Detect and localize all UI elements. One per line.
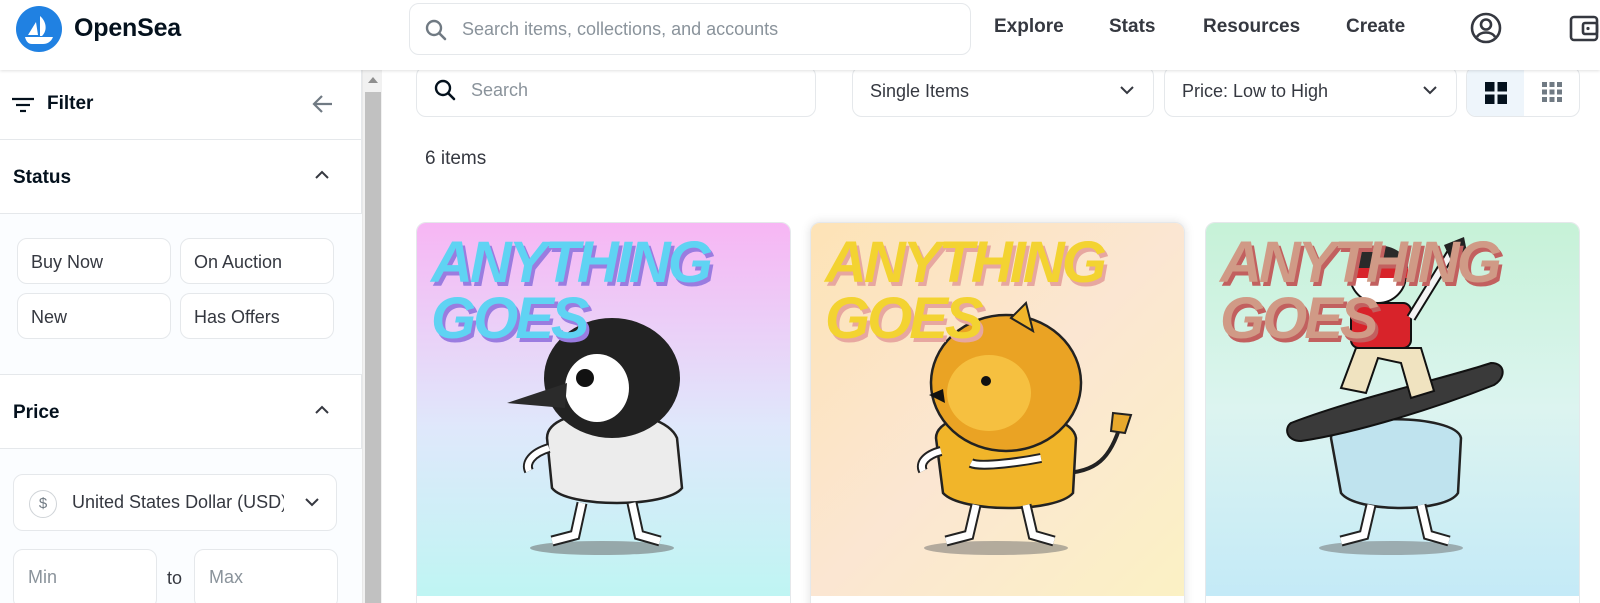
price-title: Price	[13, 402, 60, 423]
nft-art-text: ANYTHING GOES	[431, 230, 713, 351]
nft-card-penguin[interactable]: ANYTHING GOES	[416, 222, 791, 603]
status-has-offers-button[interactable]: Has Offers	[180, 293, 334, 339]
sidebar-scrollbar[interactable]	[362, 70, 382, 603]
nft-art-text: ANYTHING GOES	[825, 230, 1107, 351]
dollar-icon: $	[29, 490, 57, 518]
main-content: Single Items Price: Low to High 6 items	[383, 66, 1600, 603]
collection-search-box[interactable]	[416, 66, 816, 117]
global-search-box[interactable]	[409, 3, 971, 55]
nft-card-lion[interactable]: ANYTHING GOES	[810, 222, 1185, 603]
status-options: Buy Now On Auction New Has Offers	[0, 214, 362, 375]
price-min-input[interactable]	[28, 567, 138, 588]
sort-value: Price: Low to High	[1182, 81, 1329, 101]
status-on-auction-button[interactable]: On Auction	[180, 238, 334, 284]
search-icon	[434, 79, 456, 101]
global-search-input[interactable]	[462, 16, 952, 42]
account-icon[interactable]	[1469, 11, 1503, 45]
price-section-header[interactable]: Price	[0, 375, 362, 449]
nav-explore[interactable]: Explore	[994, 16, 1064, 38]
status-title: Status	[13, 167, 72, 188]
sort-select[interactable]: Price: Low to High	[1164, 66, 1457, 117]
grid-view-toggle	[1466, 66, 1580, 117]
arrow-left-icon[interactable]	[311, 92, 335, 116]
scrollbar-thumb[interactable]	[365, 92, 381, 603]
chevron-down-icon	[305, 498, 319, 507]
small-grid-button[interactable]	[1524, 67, 1579, 116]
status-new-button[interactable]: New	[17, 293, 171, 339]
large-grid-icon	[1485, 82, 1507, 104]
search-icon	[425, 19, 447, 41]
nav-resources[interactable]: Resources	[1203, 16, 1300, 38]
chevron-up-icon	[315, 405, 329, 414]
currency-select[interactable]: $ United States Dollar (USD)	[13, 474, 337, 531]
top-navigation-bar: OpenSea Explore Stats Resources Create	[0, 0, 1600, 70]
collection-search-input[interactable]	[471, 80, 801, 101]
nft-card-snowboarder[interactable]: ANYTHING GOES	[1205, 222, 1580, 603]
item-type-value: Single Items	[870, 81, 970, 101]
price-max-input[interactable]	[209, 567, 319, 588]
chevron-down-icon	[1120, 86, 1134, 95]
price-to-label: to	[167, 568, 183, 588]
nft-art-text: ANYTHING GOES	[1220, 230, 1502, 351]
status-buy-now-button[interactable]: Buy Now	[17, 238, 171, 284]
filter-sidebar: Filter Status Buy Now On Auction New Has…	[0, 70, 362, 603]
filter-icon	[12, 97, 34, 113]
small-grid-icon	[1542, 82, 1562, 102]
item-count: 6 items	[425, 148, 487, 169]
chevron-up-icon	[315, 170, 329, 179]
opensea-logo-icon[interactable]	[16, 6, 62, 52]
price-max-field[interactable]	[194, 549, 338, 603]
price-min-field[interactable]	[13, 549, 157, 603]
price-filter: $ United States Dollar (USD) to	[0, 449, 362, 603]
brand-name[interactable]: OpenSea	[74, 14, 181, 43]
nav-stats[interactable]: Stats	[1109, 16, 1155, 38]
currency-value: United States Dollar (USD)	[72, 492, 284, 512]
wallet-icon[interactable]	[1568, 12, 1600, 44]
status-section-header[interactable]: Status	[0, 140, 362, 214]
nav-create[interactable]: Create	[1346, 16, 1405, 38]
chevron-down-icon	[1423, 86, 1437, 95]
filter-title: Filter	[47, 93, 94, 114]
large-grid-button[interactable]	[1467, 67, 1524, 116]
item-type-select[interactable]: Single Items	[852, 66, 1154, 117]
filter-header[interactable]: Filter	[0, 70, 362, 140]
scroll-up-arrow-icon[interactable]	[368, 77, 378, 83]
